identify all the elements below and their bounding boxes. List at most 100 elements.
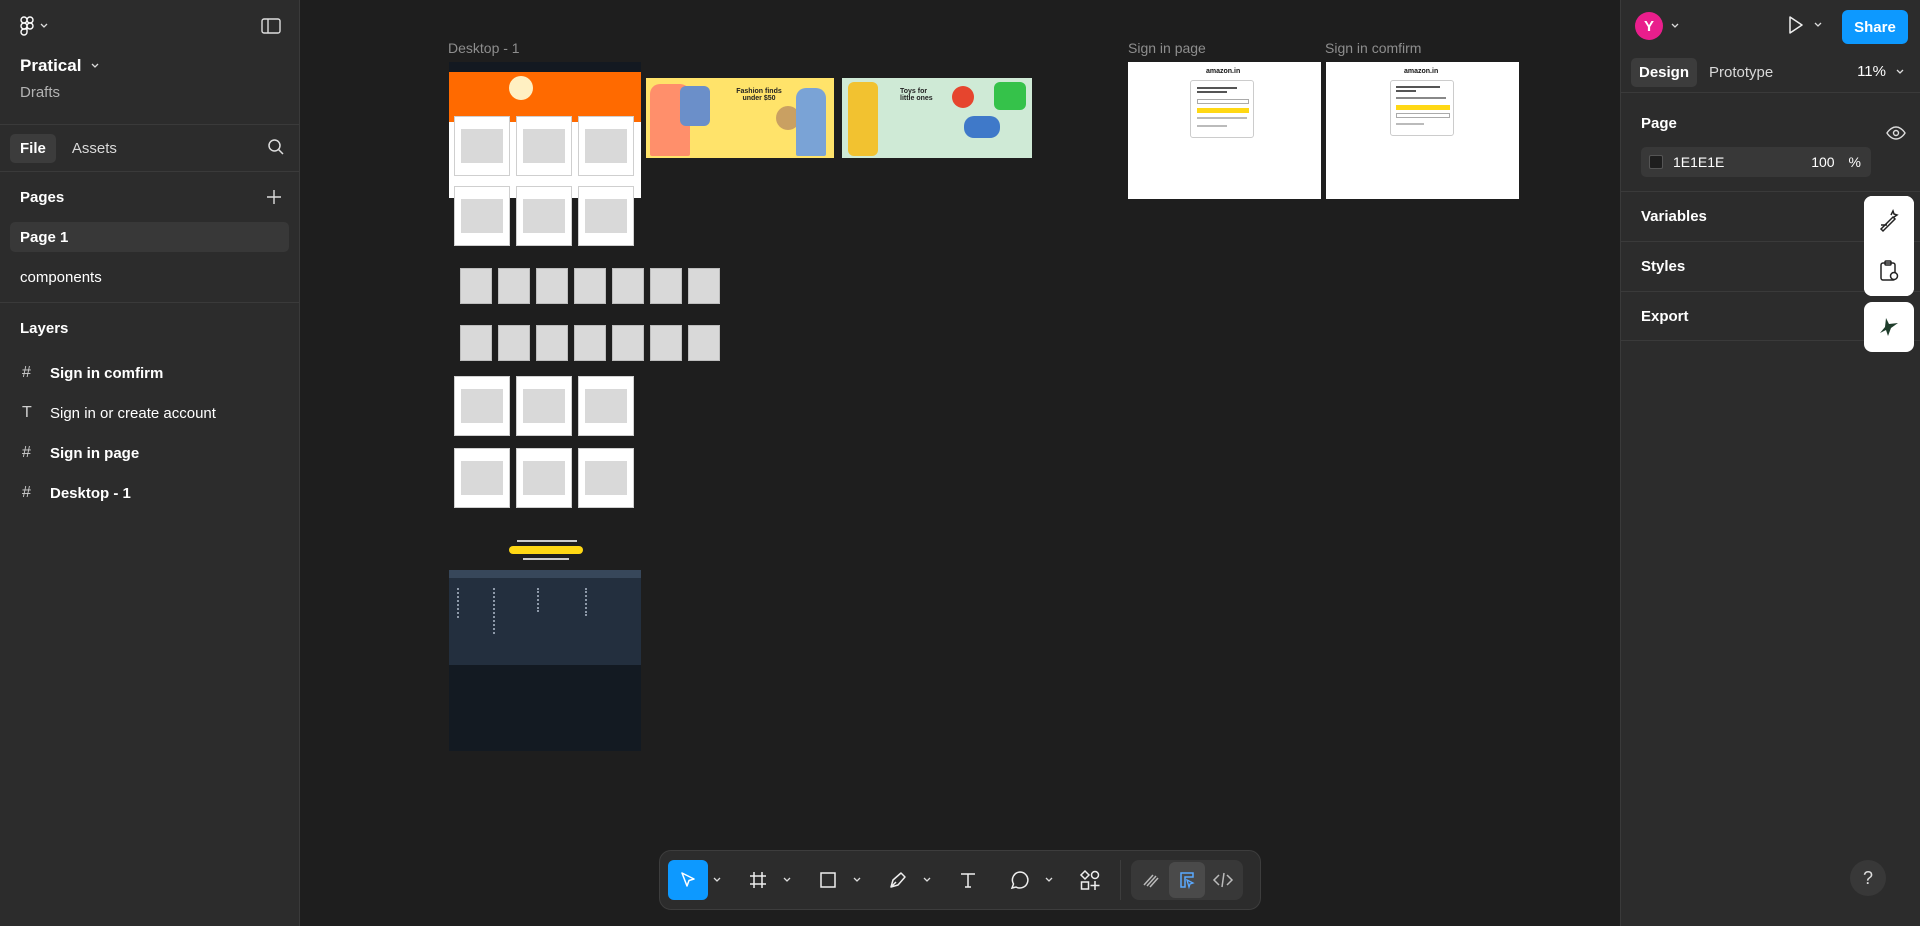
footer-col-1: [457, 588, 481, 618]
banner-fashion[interactable]: Fashion finds under $50: [646, 78, 834, 158]
placeholder-square: [460, 268, 492, 304]
image-placeholder: [461, 129, 503, 163]
frame-tool-button[interactable]: [738, 860, 778, 900]
page-opacity[interactable]: 100 %: [1811, 154, 1861, 170]
page-color-value[interactable]: 1E1E1E: [1673, 154, 1724, 170]
present-button[interactable]: [1788, 16, 1822, 34]
project-location[interactable]: Drafts: [20, 84, 279, 101]
page-opacity-value[interactable]: 100: [1811, 154, 1834, 170]
comment-tool-caret[interactable]: [1040, 860, 1058, 900]
tab-assets[interactable]: Assets: [62, 134, 127, 163]
frame-label-sign-in-page[interactable]: Sign in page: [1128, 40, 1206, 56]
text-tool-button[interactable]: [948, 860, 988, 900]
pen-icon: [888, 870, 908, 890]
search-icon[interactable]: [267, 138, 285, 156]
placeholder-square: [574, 268, 606, 304]
giraffe-illustration: [848, 82, 878, 156]
pen-tool-group: [878, 860, 936, 900]
layer-label: Sign in comfirm: [50, 364, 164, 382]
placeholder-square: [612, 268, 644, 304]
pen-tool-caret[interactable]: [918, 860, 936, 900]
placeholder-square: [650, 325, 682, 361]
sign-in-text-line: [1197, 87, 1237, 89]
chevron-down-icon[interactable]: [1671, 23, 1679, 29]
tab-design[interactable]: Design: [1631, 57, 1698, 87]
scribble-icon: [1141, 870, 1161, 890]
footer-col-2: [493, 588, 523, 634]
figma-app: Pratical Drafts File Assets Pages Page 1…: [0, 0, 1920, 926]
image-placeholder: [585, 461, 627, 495]
placeholder-square: [688, 325, 720, 361]
flower-illustration: [952, 86, 974, 108]
shape-tool-caret[interactable]: [848, 860, 866, 900]
layer-desktop-1[interactable]: # Desktop - 1: [0, 473, 299, 513]
rectangle-tool-button[interactable]: [808, 860, 848, 900]
layers-title: Layers: [20, 319, 69, 337]
actions-icon: [1079, 869, 1101, 891]
layer-label: Desktop - 1: [50, 484, 131, 502]
pen-tool-button[interactable]: [878, 860, 918, 900]
footer-bottom: [449, 665, 641, 751]
layer-sign-in-comfirm[interactable]: # Sign in comfirm: [0, 353, 299, 393]
comment-tool-button[interactable]: [1000, 860, 1040, 900]
sign-in-comfirm-frame[interactable]: amazon.in: [1326, 62, 1519, 199]
design-mode-button[interactable]: [1169, 862, 1205, 898]
move-tool-button[interactable]: [668, 860, 708, 900]
dev-mode-button[interactable]: [1205, 862, 1241, 898]
actions-button[interactable]: [1070, 860, 1110, 900]
tab-file[interactable]: File: [10, 133, 56, 163]
project-info: Pratical Drafts: [0, 52, 299, 120]
text-tool-group: [948, 860, 988, 900]
confirm-text-line: [1396, 123, 1424, 125]
frame-label-sign-in-comfirm[interactable]: Sign in comfirm: [1325, 40, 1421, 56]
avatar[interactable]: Y: [1635, 12, 1663, 40]
placeholder-square: [498, 325, 530, 361]
frame-icon: #: [22, 364, 31, 381]
add-page-icon[interactable]: [267, 190, 281, 204]
draw-mode-button[interactable]: [1133, 862, 1169, 898]
layer-sign-in-page[interactable]: # Sign in page: [0, 433, 299, 473]
toolbar-divider: [1120, 860, 1121, 900]
canvas[interactable]: Desktop - 1 Sign in page Sign in comfirm…: [301, 0, 1619, 926]
figma-logo-icon: [20, 16, 34, 36]
frame-tool-caret[interactable]: [778, 860, 796, 900]
plugin-button[interactable]: [1864, 302, 1914, 352]
ai-clipboard-button[interactable]: [1864, 246, 1914, 296]
placeholder-square: [688, 268, 720, 304]
share-button[interactable]: Share: [1842, 10, 1908, 44]
project-name[interactable]: Pratical: [20, 56, 279, 76]
frame-label-desktop-1[interactable]: Desktop - 1: [448, 40, 520, 56]
clipboard-icon: [1877, 259, 1901, 283]
product-card: [516, 376, 572, 436]
page-color-field[interactable]: 1E1E1E 100 %: [1641, 147, 1871, 177]
chevron-down-icon: [853, 877, 861, 883]
left-panel-tabs: File Assets: [0, 125, 299, 171]
frame-icon: [748, 870, 768, 890]
move-tool-group: [668, 860, 726, 900]
chevron-down-icon: [783, 877, 791, 883]
layer-sign-in-or-create-account[interactable]: T Sign in or create account: [0, 393, 299, 433]
email-field-mini: [1197, 99, 1249, 104]
layers-header: Layers: [0, 303, 299, 353]
chevron-down-icon: [713, 877, 721, 883]
mode-switcher: [1131, 860, 1243, 900]
left-panel-header: [0, 0, 299, 52]
move-tool-caret[interactable]: [708, 860, 726, 900]
page-item-page-1[interactable]: Page 1: [10, 222, 289, 252]
zoom-control[interactable]: 11%: [1857, 63, 1904, 80]
hero-badge: [509, 76, 533, 100]
banner-toys[interactable]: Toys for little ones: [842, 78, 1032, 158]
terms-text-mini: [1197, 117, 1247, 119]
sign-in-page-frame[interactable]: amazon.in: [1128, 62, 1321, 199]
product-card: [516, 186, 572, 246]
main-menu-button[interactable]: [20, 16, 48, 36]
tab-prototype[interactable]: Prototype: [1701, 58, 1781, 87]
eye-icon[interactable]: [1886, 126, 1906, 140]
ai-edit-button[interactable]: [1864, 196, 1914, 246]
help-button[interactable]: ?: [1850, 860, 1886, 896]
confirm-button-mini: [1396, 105, 1450, 110]
toggle-sidebar-icon[interactable]: [261, 18, 281, 34]
color-swatch[interactable]: [1649, 155, 1663, 169]
camera-illustration: [994, 82, 1026, 110]
page-item-components[interactable]: components: [10, 262, 289, 292]
